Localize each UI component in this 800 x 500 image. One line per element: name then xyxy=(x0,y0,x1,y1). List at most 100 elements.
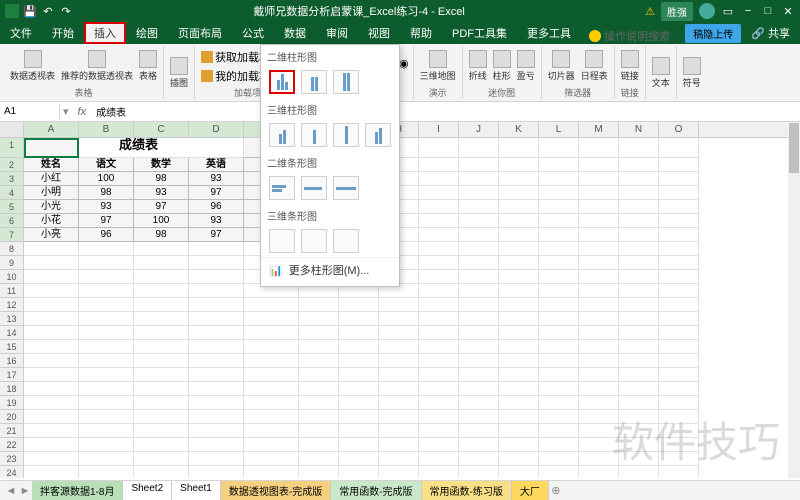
cell[interactable] xyxy=(459,466,499,478)
cell[interactable] xyxy=(539,256,579,270)
cell[interactable] xyxy=(379,354,419,368)
cell[interactable] xyxy=(579,284,619,298)
cell[interactable] xyxy=(459,214,499,228)
cell[interactable] xyxy=(419,186,459,200)
cell[interactable] xyxy=(579,186,619,200)
cell[interactable] xyxy=(659,256,699,270)
cell[interactable]: 英语 xyxy=(189,158,244,172)
cell[interactable] xyxy=(659,312,699,326)
cell[interactable] xyxy=(379,438,419,452)
cell[interactable] xyxy=(579,452,619,466)
cell[interactable] xyxy=(659,242,699,256)
symbol-button[interactable]: 符号 xyxy=(681,55,703,91)
cell[interactable] xyxy=(24,354,79,368)
cell[interactable] xyxy=(579,410,619,424)
cell[interactable] xyxy=(339,396,379,410)
cell[interactable] xyxy=(579,200,619,214)
cell[interactable] xyxy=(619,312,659,326)
cell[interactable] xyxy=(499,158,539,172)
3d-column-option[interactable] xyxy=(365,123,391,147)
cell[interactable] xyxy=(659,298,699,312)
cell[interactable] xyxy=(339,340,379,354)
cell[interactable] xyxy=(619,172,659,186)
cell[interactable] xyxy=(299,396,339,410)
warning-icon[interactable]: ⚠ xyxy=(645,5,655,18)
sheet-tab[interactable]: 数据透视图表-完成版 xyxy=(221,481,331,500)
sheet-nav-prev[interactable]: ◄ xyxy=(4,485,18,497)
cell[interactable] xyxy=(619,382,659,396)
tab-pdf[interactable]: PDF工具集 xyxy=(442,22,517,44)
cell[interactable] xyxy=(244,326,299,340)
cell[interactable] xyxy=(539,396,579,410)
cell[interactable] xyxy=(659,172,699,186)
cell[interactable] xyxy=(499,438,539,452)
tab-insert[interactable]: 插入 xyxy=(84,22,126,44)
cell[interactable] xyxy=(299,340,339,354)
cell[interactable] xyxy=(244,368,299,382)
maximize-icon[interactable]: □ xyxy=(761,4,775,18)
cell[interactable] xyxy=(459,312,499,326)
scroll-thumb[interactable] xyxy=(789,123,799,173)
recommended-pivot-button[interactable]: 推荐的数据透视表 xyxy=(59,48,135,84)
cell[interactable] xyxy=(659,438,699,452)
cell[interactable] xyxy=(189,298,244,312)
cell[interactable] xyxy=(499,270,539,284)
cell[interactable] xyxy=(379,452,419,466)
cell[interactable] xyxy=(79,326,134,340)
cell[interactable] xyxy=(244,382,299,396)
cell[interactable] xyxy=(619,186,659,200)
cell[interactable] xyxy=(79,270,134,284)
fx-icon[interactable]: fx xyxy=(72,106,93,118)
tab-draw[interactable]: 绘图 xyxy=(126,22,168,44)
cell[interactable] xyxy=(189,368,244,382)
row-header[interactable]: 6 xyxy=(0,214,24,228)
cell[interactable] xyxy=(79,340,134,354)
cell[interactable] xyxy=(79,368,134,382)
cell[interactable] xyxy=(379,410,419,424)
cell[interactable] xyxy=(24,242,79,256)
cell[interactable] xyxy=(579,340,619,354)
cell[interactable] xyxy=(24,312,79,326)
undo-icon[interactable]: ↶ xyxy=(41,4,55,18)
cell[interactable] xyxy=(79,312,134,326)
cell[interactable] xyxy=(459,340,499,354)
cell[interactable] xyxy=(539,200,579,214)
cell[interactable] xyxy=(24,382,79,396)
cell[interactable] xyxy=(299,326,339,340)
cell[interactable] xyxy=(659,200,699,214)
100-stacked-bar-option[interactable] xyxy=(333,176,359,200)
user-badge[interactable]: 胜强 xyxy=(661,2,693,21)
cell[interactable] xyxy=(659,382,699,396)
cell[interactable] xyxy=(189,256,244,270)
3d-clustered-bar-option[interactable] xyxy=(269,229,295,253)
cell[interactable] xyxy=(459,158,499,172)
cell[interactable] xyxy=(379,326,419,340)
cell[interactable] xyxy=(459,354,499,368)
cell[interactable] xyxy=(244,424,299,438)
cell[interactable] xyxy=(299,452,339,466)
cell[interactable] xyxy=(539,158,579,172)
cell[interactable]: 93 xyxy=(79,200,134,214)
sparkline-line-button[interactable]: 折线 xyxy=(467,48,489,84)
cell[interactable] xyxy=(459,410,499,424)
cell[interactable] xyxy=(24,424,79,438)
cell[interactable] xyxy=(189,466,244,478)
cell[interactable] xyxy=(419,354,459,368)
cell[interactable] xyxy=(299,382,339,396)
cell[interactable] xyxy=(499,228,539,242)
cell[interactable] xyxy=(539,312,579,326)
cell[interactable] xyxy=(659,466,699,478)
cell[interactable] xyxy=(499,326,539,340)
row-header[interactable]: 16 xyxy=(0,354,24,368)
column-header[interactable]: A xyxy=(24,122,79,137)
name-box[interactable]: A1 xyxy=(0,104,60,119)
cell[interactable] xyxy=(579,424,619,438)
row-header[interactable]: 13 xyxy=(0,312,24,326)
cell[interactable] xyxy=(459,228,499,242)
cell[interactable] xyxy=(299,438,339,452)
cell[interactable] xyxy=(79,466,134,478)
cell[interactable] xyxy=(419,138,459,158)
illustrations-button[interactable]: 插图 xyxy=(168,55,190,91)
cell[interactable] xyxy=(499,466,539,478)
sheet-tab[interactable]: 拌客源数据1-8月 xyxy=(32,481,123,500)
